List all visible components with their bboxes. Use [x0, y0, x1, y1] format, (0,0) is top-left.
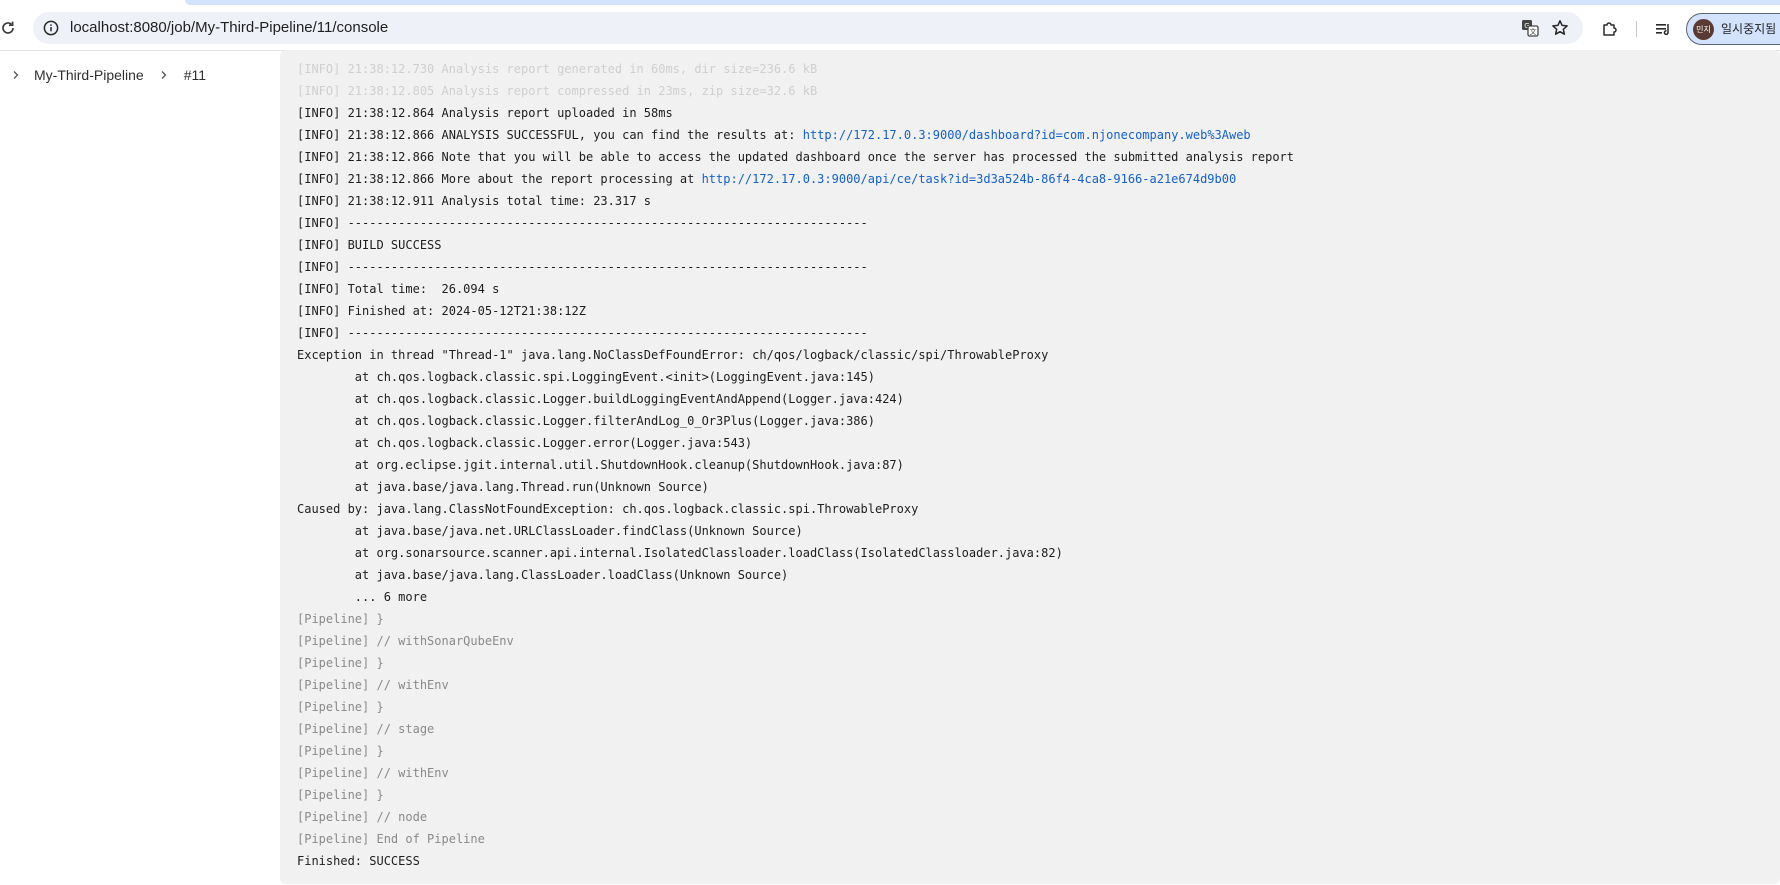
console-line: [INFO] ---------------------------------…: [297, 260, 868, 274]
pipeline-step-line: [Pipeline] // withEnv: [297, 678, 449, 692]
console-line: at ch.qos.logback.classic.Logger.error(L…: [297, 436, 753, 450]
avatar: 민지: [1693, 19, 1714, 40]
pipeline-step-line: [Pipeline] }: [297, 744, 384, 758]
console-line: [INFO] Finished at: 2024-05-12T21:38:12Z: [297, 304, 586, 318]
console-line: [INFO] 21:38:12.730 Analysis report gene…: [297, 62, 818, 76]
console-line: at ch.qos.logback.classic.Logger.filterA…: [297, 414, 875, 428]
breadcrumb: My-Third-Pipeline #11: [0, 56, 206, 94]
console-line: [INFO] ---------------------------------…: [297, 326, 868, 340]
pipeline-step-line: [Pipeline] // withEnv: [297, 766, 449, 780]
console-line: at java.base/java.net.URLClassLoader.fin…: [297, 524, 803, 538]
pipeline-step-line: [Pipeline] // withSonarQubeEnv: [297, 634, 514, 648]
pipeline-step-line: [Pipeline] }: [297, 788, 384, 802]
chevron-right-icon[interactable]: [156, 67, 172, 83]
console-line: at java.base/java.lang.Thread.run(Unknow…: [297, 480, 709, 494]
chevron-right-icon: [8, 67, 24, 83]
pipeline-step-line: [Pipeline] }: [297, 700, 384, 714]
pipeline-step-line: [Pipeline] }: [297, 612, 384, 626]
profile-button[interactable]: 민지 일시중지됨: [1686, 13, 1780, 45]
console-line: [INFO] 21:38:12.864 Analysis report uplo…: [297, 106, 673, 120]
puzzle-icon[interactable]: [1599, 18, 1621, 40]
console-line: at org.eclipse.jgit.internal.util.Shutdo…: [297, 458, 904, 472]
info-icon[interactable]: [43, 20, 59, 36]
reading-list-icon[interactable]: [1652, 18, 1674, 40]
console-line: at java.base/java.lang.ClassLoader.loadC…: [297, 568, 789, 582]
console-output: [INFO] 21:38:12.730 Analysis report gene…: [280, 50, 1780, 884]
console-line: [INFO] BUILD SUCCESS: [297, 238, 442, 252]
console-line: Caused by: java.lang.ClassNotFoundExcept…: [297, 502, 919, 516]
browser-toolbar: localhost:8080/job/My-Third-Pipeline/11/…: [0, 5, 1780, 51]
console-line-text: [INFO] 21:38:12.866 More about the repor…: [297, 172, 702, 186]
reload-icon[interactable]: [0, 14, 20, 42]
breadcrumb-item-job[interactable]: My-Third-Pipeline: [34, 67, 144, 83]
console-line: ... 6 more: [297, 590, 428, 604]
console-line-text: [INFO] 21:38:12.866 ANALYSIS SUCCESSFUL,…: [297, 128, 803, 142]
translate-icon[interactable]: G文: [1520, 18, 1540, 38]
console-line: at ch.qos.logback.classic.spi.LoggingEve…: [297, 370, 875, 384]
svg-text:文: 文: [1530, 27, 1537, 36]
console-line: Exception in thread "Thread-1" java.lang…: [297, 348, 1049, 362]
console-line: [INFO] ---------------------------------…: [297, 216, 868, 230]
pipeline-step-line: [Pipeline] // node: [297, 810, 428, 824]
console-line: [INFO] 21:38:12.805 Analysis report comp…: [297, 84, 818, 98]
console-line: Finished: SUCCESS: [297, 854, 420, 868]
url-text[interactable]: localhost:8080/job/My-Third-Pipeline/11/…: [70, 12, 388, 44]
pipeline-step-line: [Pipeline] }: [297, 656, 384, 670]
star-icon[interactable]: [1550, 18, 1570, 38]
console-link[interactable]: http://172.17.0.3:9000/dashboard?id=com.…: [803, 128, 1251, 142]
address-bar[interactable]: localhost:8080/job/My-Third-Pipeline/11/…: [33, 12, 1583, 44]
console-line: [INFO] 21:38:12.866 Note that you will b…: [297, 150, 1294, 164]
console-line: at org.sonarsource.scanner.api.internal.…: [297, 546, 1063, 560]
profile-status-label: 일시중지됨: [1721, 22, 1777, 36]
console-line: [INFO] Total time: 26.094 s: [297, 282, 500, 296]
pipeline-step-line: [Pipeline] // stage: [297, 722, 435, 736]
console-lines: [INFO] 21:38:12.730 Analysis report gene…: [297, 58, 1294, 872]
console-line: [INFO] 21:38:12.866 More about the repor…: [297, 168, 1294, 190]
console-line: [INFO] 21:38:12.866 ANALYSIS SUCCESSFUL,…: [297, 124, 1294, 146]
breadcrumb-item-build[interactable]: #11: [184, 67, 206, 83]
console-line: at ch.qos.logback.classic.Logger.buildLo…: [297, 392, 904, 406]
console-line: [INFO] 21:38:12.911 Analysis total time:…: [297, 194, 652, 208]
toolbar-divider: [1636, 21, 1637, 37]
console-link[interactable]: http://172.17.0.3:9000/api/ce/task?id=3d…: [702, 172, 1237, 186]
pipeline-step-line: [Pipeline] End of Pipeline: [297, 832, 485, 846]
